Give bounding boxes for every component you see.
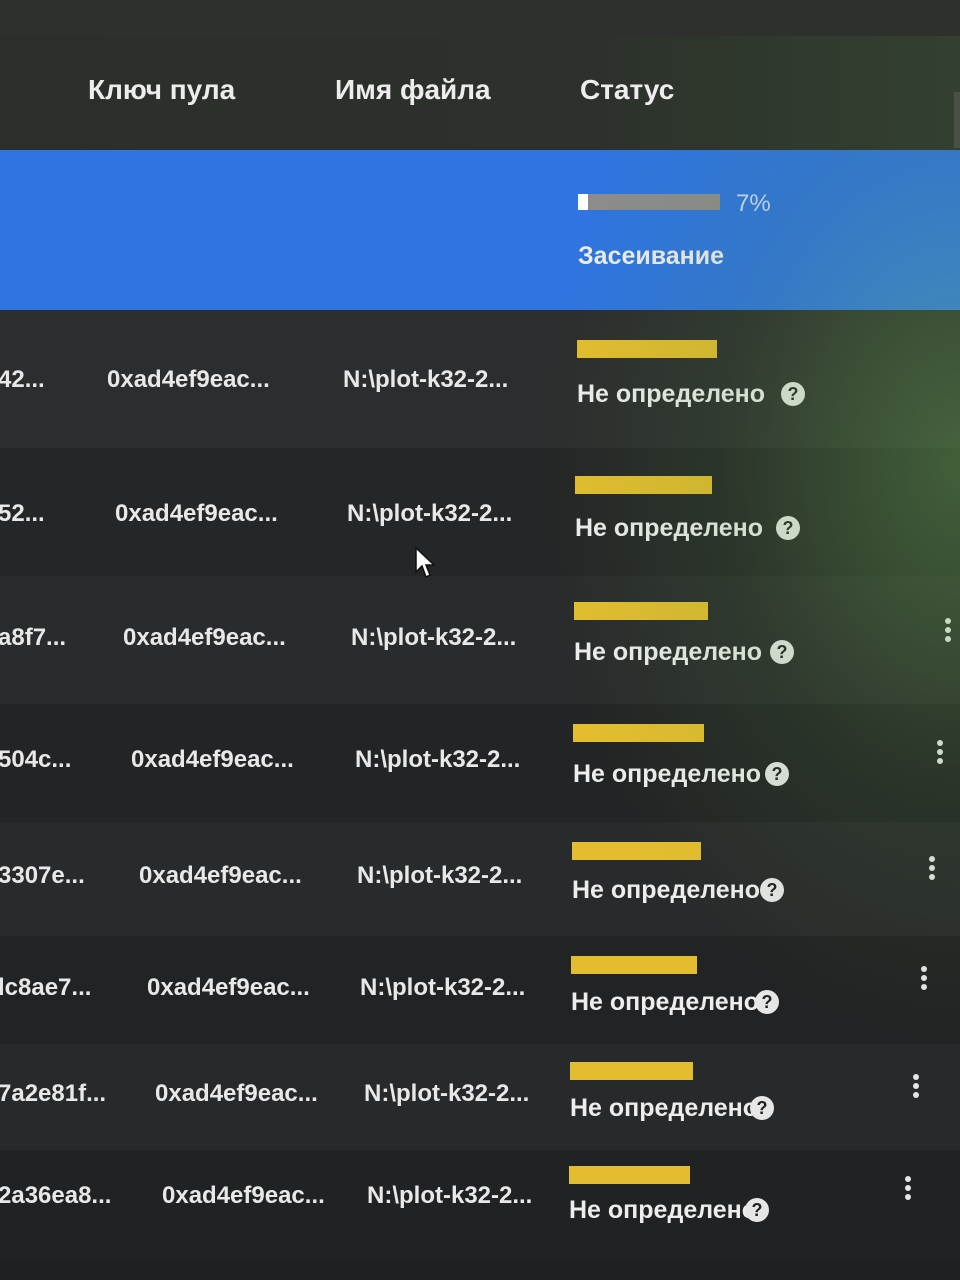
- status-text: Не определено: [569, 1196, 758, 1224]
- kebab-dot: [913, 1092, 919, 1098]
- status-bar: [577, 340, 717, 358]
- status-text: Не определено: [574, 638, 763, 666]
- table-row[interactable]: lc8ae7... 0xad4ef9eac... N:\plot-k32-2... Н…: [0, 936, 960, 1044]
- kebab-dot: [905, 1185, 911, 1191]
- table-row[interactable]: 42... 0xad4ef9eac... N:\plot-k32-2... Не оп…: [0, 310, 960, 448]
- kebab-dot: [905, 1194, 911, 1200]
- help-icon[interactable]: ?: [776, 516, 800, 540]
- kebab-dot: [921, 984, 927, 990]
- file-name-cell: N:\plot-k32-2...: [367, 1182, 533, 1209]
- plot-id-cell: 42...: [0, 366, 45, 393]
- kebab-dot: [937, 749, 943, 755]
- help-icon[interactable]: ?: [781, 382, 805, 406]
- column-header-pool-key[interactable]: Ключ пула: [88, 74, 235, 106]
- column-header-file-name[interactable]: Имя файла: [335, 74, 491, 106]
- help-icon[interactable]: ?: [760, 878, 784, 902]
- window-top-bar: [0, 0, 960, 36]
- kebab-dot: [937, 758, 943, 764]
- kebab-dot: [913, 1083, 919, 1089]
- kebab-dot: [913, 1074, 919, 1080]
- status-bar: [571, 956, 697, 974]
- status-text: Не определено: [575, 514, 764, 542]
- kebab-dot: [945, 618, 951, 624]
- plot-id-cell: 3307e...: [0, 862, 85, 889]
- table-row[interactable]: 504c... 0xad4ef9eac... N:\plot-k32-2... Не …: [0, 704, 960, 822]
- file-name-cell: N:\plot-k32-2...: [347, 500, 513, 527]
- plot-progress-bar: [578, 194, 720, 210]
- file-name-cell: N:\plot-k32-2...: [355, 746, 521, 773]
- pool-key-cell: 0xad4ef9eac...: [155, 1080, 318, 1107]
- pool-key-cell: 0xad4ef9eac...: [115, 500, 278, 527]
- help-icon[interactable]: ?: [765, 762, 789, 786]
- file-name-cell: N:\plot-k32-2...: [351, 624, 517, 651]
- pool-key-cell: 0xad4ef9eac...: [107, 366, 270, 393]
- pool-key-cell: 0xad4ef9eac...: [162, 1182, 325, 1209]
- table-header: Ключ пула Имя файла Статус: [0, 36, 960, 150]
- kebab-dot: [929, 856, 935, 862]
- pool-key-cell: 0xad4ef9eac...: [123, 624, 286, 651]
- table-row[interactable]: 7a2e81f... 0xad4ef9eac... N:\plot-k32-2...…: [0, 1044, 960, 1150]
- kebab-dot: [921, 966, 927, 972]
- mouse-pointer-icon: [415, 546, 436, 579]
- table-row[interactable]: a8f7... 0xad4ef9eac... N:\plot-k32-2... Не …: [0, 576, 960, 704]
- kebab-menu-icon[interactable]: [920, 966, 928, 994]
- table-row[interactable]: 3307e... 0xad4ef9eac... N:\plot-k32-2... Не…: [0, 822, 960, 936]
- kebab-menu-icon[interactable]: [928, 856, 936, 884]
- kebab-dot: [945, 627, 951, 633]
- plot-id-cell: 52...: [0, 500, 45, 527]
- column-header-status[interactable]: Статус: [580, 74, 674, 106]
- status-text: Не определено: [571, 988, 760, 1016]
- pool-key-cell: 0xad4ef9eac...: [147, 974, 310, 1001]
- kebab-menu-icon[interactable]: [912, 1074, 920, 1102]
- pool-key-cell: 0xad4ef9eac...: [139, 862, 302, 889]
- status-bar: [573, 724, 704, 742]
- kebab-menu-icon[interactable]: [936, 740, 944, 768]
- help-icon[interactable]: ?: [755, 990, 779, 1014]
- kebab-dot: [905, 1176, 911, 1182]
- table-row[interactable]: 52... 0xad4ef9eac... N:\plot-k32-2... Не оп…: [0, 448, 960, 576]
- pool-key-cell: 0xad4ef9eac...: [131, 746, 294, 773]
- help-icon[interactable]: ?: [750, 1096, 774, 1120]
- status-text: Не определено: [577, 380, 766, 408]
- kebab-dot: [929, 874, 935, 880]
- kebab-dot: [945, 636, 951, 642]
- status-bar: [570, 1062, 693, 1080]
- plot-id-cell: lc8ae7...: [0, 974, 92, 1001]
- kebab-menu-icon[interactable]: [904, 1176, 912, 1204]
- status-bar: [569, 1166, 690, 1184]
- status-bar: [572, 842, 701, 860]
- status-bar: [574, 602, 708, 620]
- help-icon[interactable]: ?: [770, 640, 794, 664]
- header-scroll-edge: [954, 92, 960, 148]
- status-text: Не определено: [573, 760, 762, 788]
- plot-id-cell: 2a36ea8...: [0, 1182, 112, 1209]
- file-name-cell: N:\plot-k32-2...: [364, 1080, 530, 1107]
- status-bar: [575, 476, 712, 494]
- kebab-dot: [929, 865, 935, 871]
- kebab-menu-icon[interactable]: [944, 618, 952, 646]
- status-text: Не определено: [570, 1094, 759, 1122]
- help-icon[interactable]: ?: [745, 1198, 769, 1222]
- file-name-cell: N:\plot-k32-2...: [343, 366, 509, 393]
- file-name-cell: N:\plot-k32-2...: [360, 974, 526, 1001]
- kebab-dot: [921, 975, 927, 981]
- plot-id-cell: 504c...: [0, 746, 72, 773]
- plot-id-cell: a8f7...: [0, 624, 67, 651]
- status-text: Не определено: [572, 876, 761, 904]
- plot-progress-percent: 7%: [736, 190, 771, 217]
- plot-id-cell: 7a2e81f...: [0, 1080, 107, 1107]
- file-name-cell: N:\plot-k32-2...: [357, 862, 523, 889]
- table-row-selected[interactable]: 7% Засеивание: [0, 150, 960, 310]
- kebab-dot: [937, 740, 943, 746]
- table-row[interactable]: 2a36ea8... 0xad4ef9eac... N:\plot-k32-2...…: [0, 1150, 960, 1260]
- plot-progress-fill: [578, 194, 588, 210]
- status-text: Засеивание: [578, 242, 725, 270]
